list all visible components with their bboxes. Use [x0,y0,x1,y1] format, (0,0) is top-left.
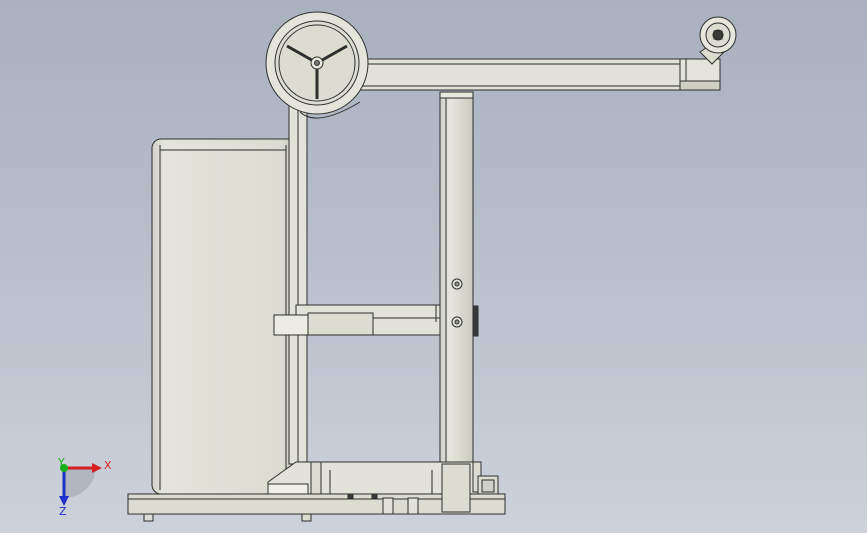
end-roller [699,16,737,65]
machine-assembly[interactable] [127,11,737,522]
x-axis-label: X [104,459,112,472]
middle-arm [273,304,441,336]
cad-graphics-viewport[interactable]: X Y Z [0,0,867,533]
hand-wheel [265,11,369,119]
z-axis-label: Z [59,505,67,518]
support-rod [288,94,308,465]
y-axis-label: Y [57,456,65,469]
coordinate-triad: X Y Z [57,456,112,518]
x-axis-arrowhead [92,463,102,473]
triad-background [64,468,96,499]
model-view[interactable]: X Y Z [0,0,867,533]
main-column [439,91,479,463]
